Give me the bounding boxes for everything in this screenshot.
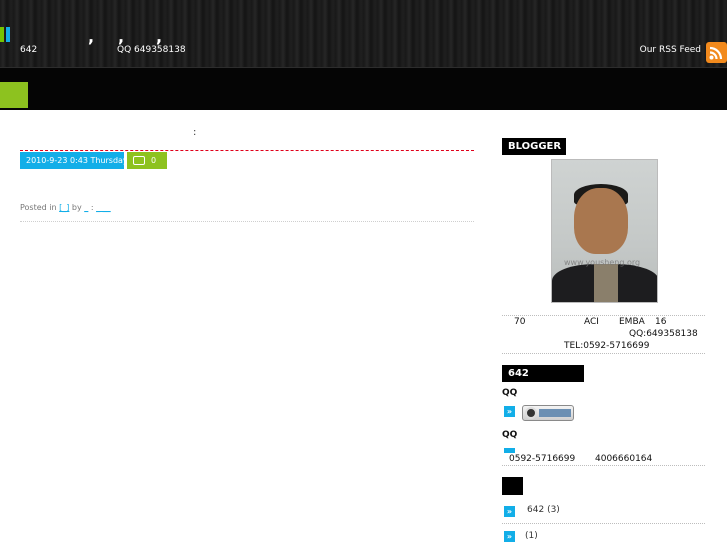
qq-status-marker	[504, 448, 515, 453]
post-date-badge: 2010-9-23 0:43 Thursday	[20, 152, 128, 169]
qq-online-chat-button[interactable]	[522, 405, 574, 421]
category-count: (3)	[547, 505, 560, 515]
by-label: by	[71, 203, 82, 212]
post-category-link[interactable]: [_]	[59, 203, 69, 212]
post-title[interactable]: :	[193, 127, 196, 138]
arrow-icon: »	[504, 506, 515, 517]
category-link[interactable]: (1)	[525, 531, 538, 541]
blogger-bio-age: 70	[514, 317, 526, 327]
category-label: 642	[527, 505, 545, 515]
post-title-divider	[20, 150, 474, 151]
category-link[interactable]: 642 (3)	[527, 505, 560, 515]
post-bottom-divider	[20, 221, 474, 222]
arrow-icon: »	[504, 531, 515, 542]
arrow-icon: »	[504, 406, 515, 417]
divider	[502, 523, 705, 524]
tagline-qq: QQ 649358138	[117, 45, 186, 55]
photo-watermark: www.yousheng.org	[564, 258, 641, 267]
blogger-bio-emba: EMBA	[619, 317, 645, 327]
site-title-comma: ,	[156, 27, 163, 46]
divider	[502, 465, 705, 466]
logo-mark-blue[interactable]	[6, 27, 10, 42]
comment-count-badge[interactable]: 0	[127, 152, 167, 169]
contact-phone: 0592-5716699	[509, 454, 576, 464]
page: , , , 642 QQ 649358138 Our RSS Feed : 20…	[0, 0, 727, 545]
qq-label: QQ	[502, 430, 518, 440]
site-title-comma: ,	[88, 27, 95, 46]
contact-hotline: 4006660164	[595, 454, 653, 464]
main-navigation	[0, 68, 727, 110]
logo-mark-green[interactable]	[0, 27, 4, 42]
divider	[502, 315, 705, 316]
qq-label: QQ	[502, 388, 518, 398]
rss-icon[interactable]	[706, 42, 727, 63]
blogger-bio-years: 16	[655, 317, 667, 327]
blogger-photo: www.yousheng.org	[551, 159, 658, 303]
widget-title-blogger: BLOGGER	[502, 138, 566, 155]
rss-feed-link[interactable]: Our RSS Feed	[640, 45, 701, 55]
nav-item-home[interactable]	[0, 82, 28, 108]
site-tagline: 642 QQ 649358138	[20, 45, 186, 55]
widget-title-categories	[502, 477, 523, 495]
post-author-link[interactable]: _	[84, 203, 88, 212]
blogger-tel: TEL:0592-5716699	[564, 341, 650, 351]
posted-in-label: Posted in	[20, 203, 57, 212]
author-separator: :	[90, 203, 94, 212]
site-header: , , , 642 QQ 649358138 Our RSS Feed	[0, 0, 727, 68]
blogger-qq: QQ:649358138	[629, 329, 698, 339]
divider	[502, 353, 705, 354]
comment-icon	[133, 156, 145, 165]
post-author-link-2[interactable]: _ __	[96, 203, 111, 212]
site-title-comma: ,	[118, 27, 125, 46]
tagline-number: 642	[20, 45, 38, 55]
qq-penguin-icon	[525, 407, 537, 419]
widget-title-contact: 642	[502, 365, 584, 382]
post-meta: Posted in [_] by _ : _ __	[20, 203, 111, 212]
comment-count: 0	[151, 156, 157, 165]
category-count: (1)	[525, 531, 538, 541]
blogger-bio-aci: ACI	[584, 317, 599, 327]
